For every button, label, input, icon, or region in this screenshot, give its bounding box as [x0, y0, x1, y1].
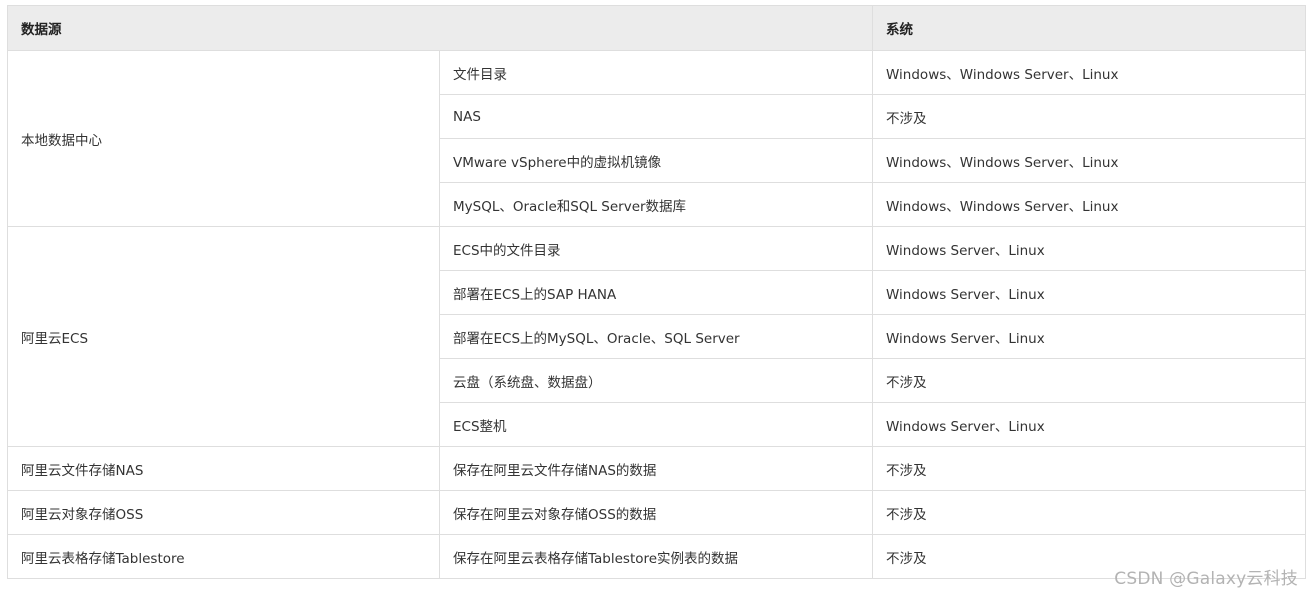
system-cell: Windows Server、Linux [872, 314, 1306, 359]
source-group-cell: 阿里云ECS [7, 226, 440, 447]
system-cell: 不涉及 [872, 358, 1306, 403]
source-group-cell: 阿里云表格存储Tablestore [7, 534, 440, 579]
header-data-source: 数据源 [7, 5, 873, 51]
header-system: 系统 [872, 5, 1306, 51]
table-row: 本地数据中心 文件目录 Windows、Windows Server、Linux [7, 50, 1306, 227]
source-group-cell: 阿里云对象存储OSS [7, 490, 440, 535]
table-header-row: 数据源 系统 [7, 5, 1306, 51]
system-cell: 不涉及 [872, 446, 1306, 491]
data-source-table: 数据源 系统 本地数据中心 文件目录 Windows、Windows Server、… [7, 5, 1306, 579]
source-item-cell: ECS整机 [439, 402, 873, 447]
table-row: 阿里云ECS ECS中的文件目录 Windows Server、Linux [7, 226, 1306, 447]
system-cell: Windows、Windows Server、Linux [872, 138, 1306, 183]
source-item-cell: 保存在阿里云对象存储OSS的数据 [439, 490, 873, 535]
source-item-cell: 部署在ECS上的MySQL、Oracle、SQL Server [439, 314, 873, 359]
system-cell: 不涉及 [872, 490, 1306, 535]
system-cell: Windows Server、Linux [872, 270, 1306, 315]
system-cell: Windows Server、Linux [872, 226, 1306, 271]
source-item-cell: 保存在阿里云文件存储NAS的数据 [439, 446, 873, 491]
csdn-watermark: CSDN @Galaxy云科技 [1114, 569, 1298, 589]
source-item-cell: MySQL、Oracle和SQL Server数据库 [439, 182, 873, 227]
source-item-cell: 保存在阿里云表格存储Tablestore实例表的数据 [439, 534, 873, 579]
system-cell: 不涉及 [872, 94, 1306, 139]
source-item-cell: ECS中的文件目录 [439, 226, 873, 271]
source-item-cell: 云盘（系统盘、数据盘） [439, 358, 873, 403]
system-cell: Windows、Windows Server、Linux [872, 182, 1306, 227]
source-group-cell: 本地数据中心 [7, 50, 440, 227]
source-group-cell: 阿里云文件存储NAS [7, 446, 440, 491]
table-row: 阿里云对象存储OSS 保存在阿里云对象存储OSS的数据 不涉及 [7, 490, 1306, 535]
source-item-cell: 部署在ECS上的SAP HANA [439, 270, 873, 315]
table-body: 本地数据中心 文件目录 Windows、Windows Server、Linux NA… [7, 50, 1306, 579]
table-row: 阿里云表格存储Tablestore 保存在阿里云表格存储Tablestore实例表… [7, 534, 1306, 579]
table-row: 阿里云文件存储NAS 保存在阿里云文件存储NAS的数据 不涉及 [7, 446, 1306, 491]
source-item-cell: NAS [439, 94, 873, 139]
system-cell: Windows、Windows Server、Linux [872, 50, 1306, 95]
source-item-cell: VMware vSphere中的虚拟机镜像 [439, 138, 873, 183]
source-item-cell: 文件目录 [439, 50, 873, 95]
system-cell: Windows Server、Linux [872, 402, 1306, 447]
